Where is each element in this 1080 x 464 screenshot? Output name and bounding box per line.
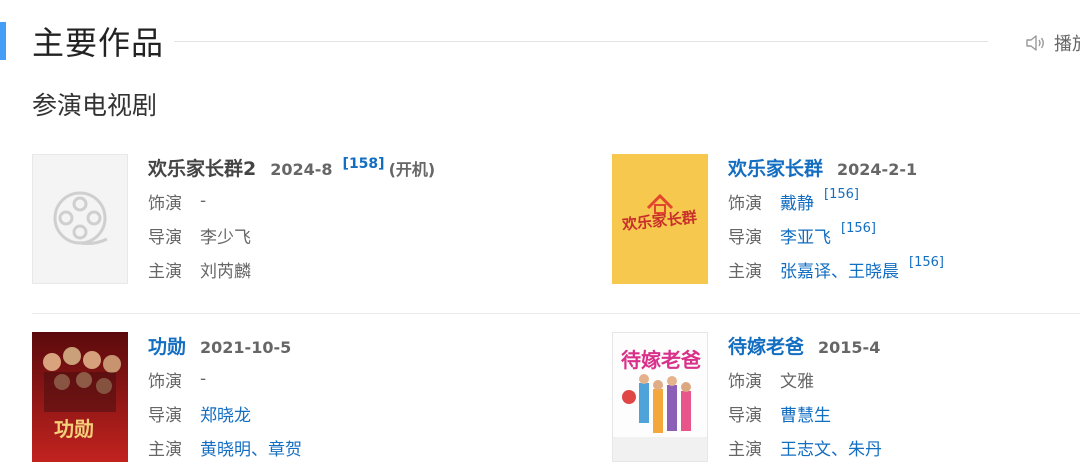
work-title-link[interactable]: 欢乐家长群 [728,154,823,181]
role-value: - [200,191,207,211]
director-label: 导演 [148,405,182,426]
work-poster-placeholder[interactable] [32,154,128,284]
cast-label: 主演 [148,261,182,282]
cast-label: 主演 [728,439,762,460]
role-label: 饰演 [148,371,182,392]
director-label: 导演 [148,227,182,248]
reference-link[interactable]: [156] [841,221,876,236]
work-date: 2021-10-5 [200,338,292,357]
director-label: 导演 [728,227,762,248]
role-value-link[interactable]: 戴静 [780,189,814,214]
speaker-icon [1026,35,1044,51]
cast-member-link[interactable]: 王志文 [780,435,831,460]
director-value: 李少飞 [200,227,251,248]
role-row: 饰演 戴静 [156] [728,184,1080,218]
poster-title-text: 待嫁老爸 [621,348,701,372]
role-label: 饰演 [728,371,762,392]
work-date: 2024-8 [270,160,333,179]
cast-member-link[interactable]: 黄晓明 [200,435,251,460]
works-section: 主要作品 播放 参演电视剧 欢乐家长群2 2024-8 [158 [0,0,1080,464]
category-subtitle: 参演电视剧 [32,91,158,120]
section-accent-bar [0,22,6,60]
cast-member-link[interactable]: 王晓晨 [848,257,899,282]
work-status-note: (开机) [388,160,436,179]
section-title: 主要作品 [32,24,165,62]
work-date: 2024-2-1 [837,160,918,179]
work-card: 待嫁老爸 待嫁老爸 2015-4 饰演 文雅 导演 曹慧生 主演 王志文 、 朱… [612,332,1080,462]
work-title-link[interactable]: 功勋 [148,332,186,359]
role-row: 饰演 文雅 [728,362,1080,396]
role-value: - [200,369,207,389]
director-label: 导演 [728,405,762,426]
cast-row: 主演 刘芮麟 [148,252,508,286]
work-poster[interactable]: 待嫁老爸 [612,332,708,462]
director-row: 导演 曹慧生 [728,396,1080,430]
cast-separator: 、 [831,261,848,282]
cast-row: 主演 王志文 、 朱丹 [728,430,1080,464]
reference-link[interactable]: [156] [824,187,859,202]
director-value-link[interactable]: 郑晓龙 [200,401,251,426]
play-audio-button[interactable]: 播放 [1024,30,1080,56]
cast-separator: 、 [831,439,848,460]
work-poster[interactable]: 功勋 [32,332,128,462]
work-card: 欢乐家长群2 2024-8 [158] (开机) 饰演 - 导演 李少飞 主演 … [32,154,502,284]
role-row: 饰演 - [148,362,508,396]
reference-link[interactable]: [156] [909,255,944,270]
poster-image: 欢乐家长群 [612,154,708,284]
row-divider [32,313,1080,314]
work-card: 功勋 功勋 2021-10-5 饰演 - 导演 郑晓龙 主演 黄晓明 、 章贺 [32,332,502,462]
cast-member-link[interactable]: 朱丹 [848,435,882,460]
work-card: 欢乐家长群 欢乐家长群 2024-2-1 饰演 戴静 [156] 导演 李亚飞 … [612,154,1080,284]
poster-image: 待嫁老爸 [613,333,707,461]
cast-member-link[interactable]: 张嘉译 [780,257,831,282]
poster-image: 功勋 [32,332,128,462]
director-row: 导演 郑晓龙 [148,396,508,430]
cast-row: 主演 黄晓明 、 章贺 [148,430,508,464]
header-divider [174,41,988,42]
role-value: 文雅 [780,371,814,392]
play-audio-label: 播放 [1054,34,1080,55]
director-row: 导演 李少飞 [148,218,508,252]
cast-label: 主演 [148,439,182,460]
work-date: 2015-4 [818,338,881,357]
work-title-link[interactable]: 待嫁老爸 [728,332,804,359]
film-reel-icon [53,191,108,245]
cast-separator: 、 [251,439,268,460]
work-poster[interactable]: 欢乐家长群 [612,154,708,284]
poster-title-text: 功勋 [54,417,94,441]
role-label: 饰演 [728,193,762,214]
reference-link[interactable]: [158] [343,156,385,172]
work-title: 欢乐家长群2 [148,158,257,180]
director-value-link[interactable]: 李亚飞 [780,223,831,248]
cast-label: 主演 [728,261,762,282]
cast-row: 主演 张嘉译 、 王晓晨 [156] [728,252,1080,286]
director-value-link[interactable]: 曹慧生 [780,401,831,426]
role-row: 饰演 - [148,184,508,218]
cast-member-link[interactable]: 章贺 [268,435,302,460]
director-row: 导演 李亚飞 [156] [728,218,1080,252]
cast-value: 刘芮麟 [200,261,251,282]
role-label: 饰演 [148,193,182,214]
